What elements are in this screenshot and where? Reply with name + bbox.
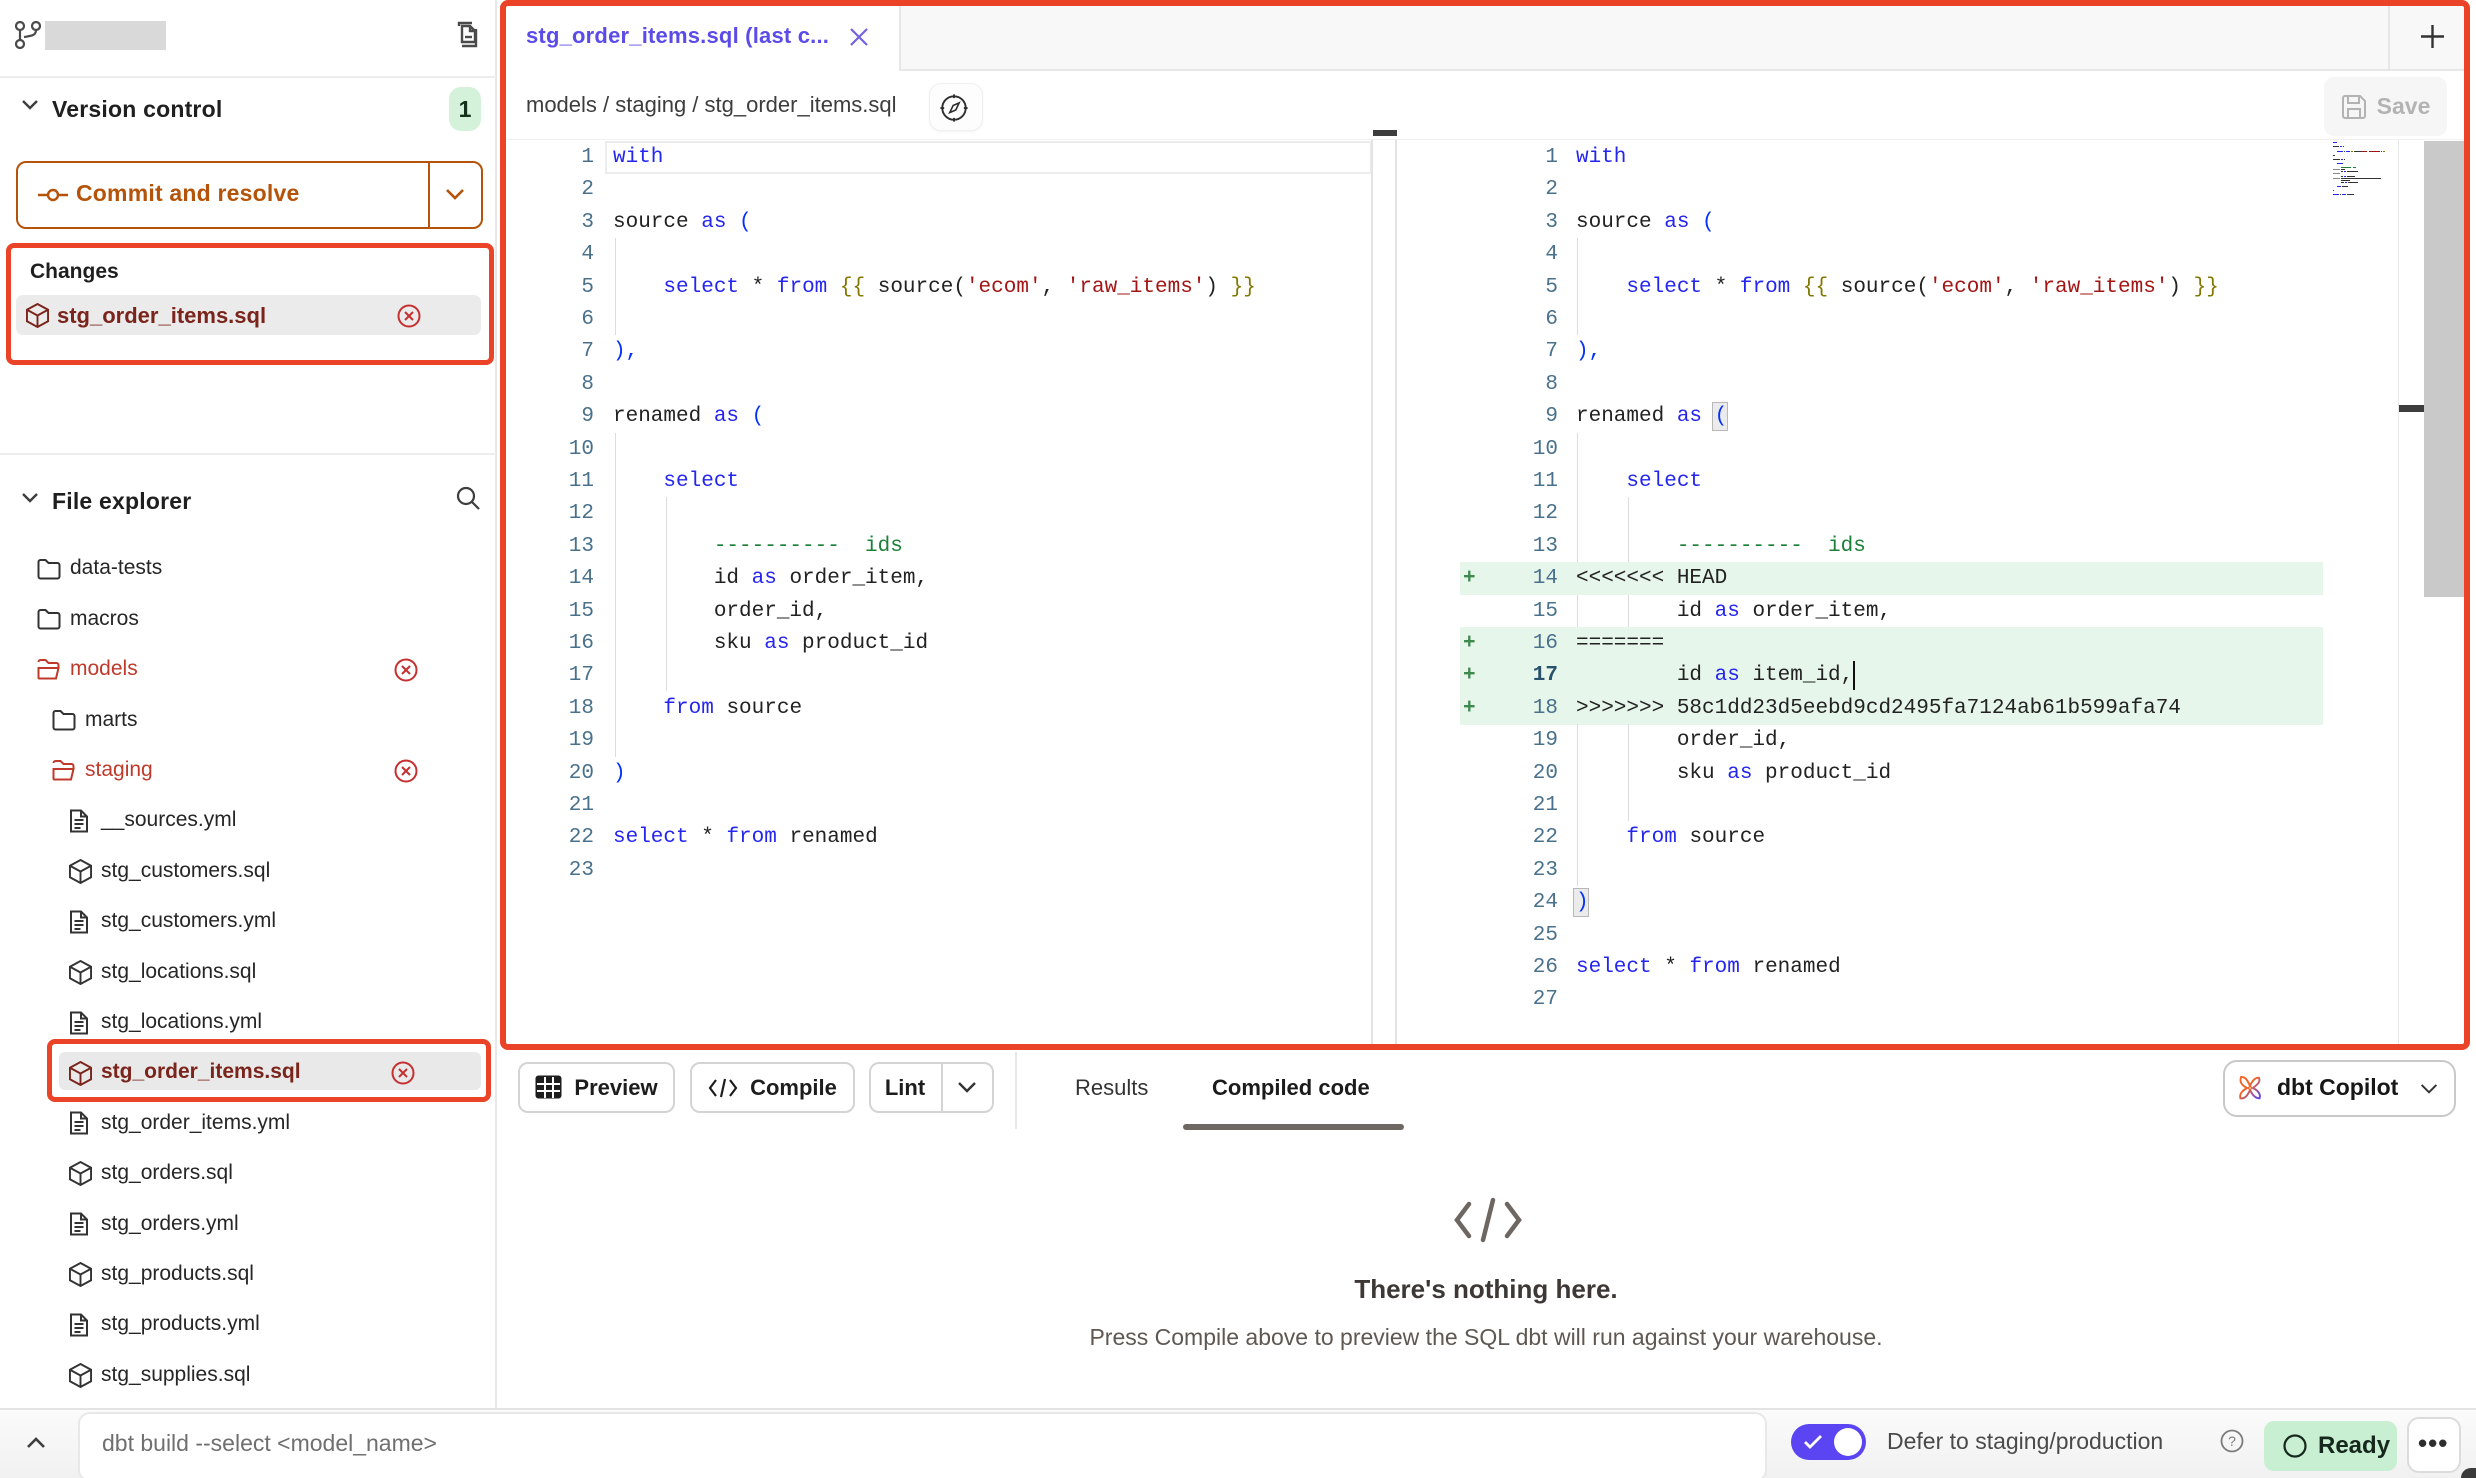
svg-text:?: ? — [2228, 1433, 2236, 1449]
